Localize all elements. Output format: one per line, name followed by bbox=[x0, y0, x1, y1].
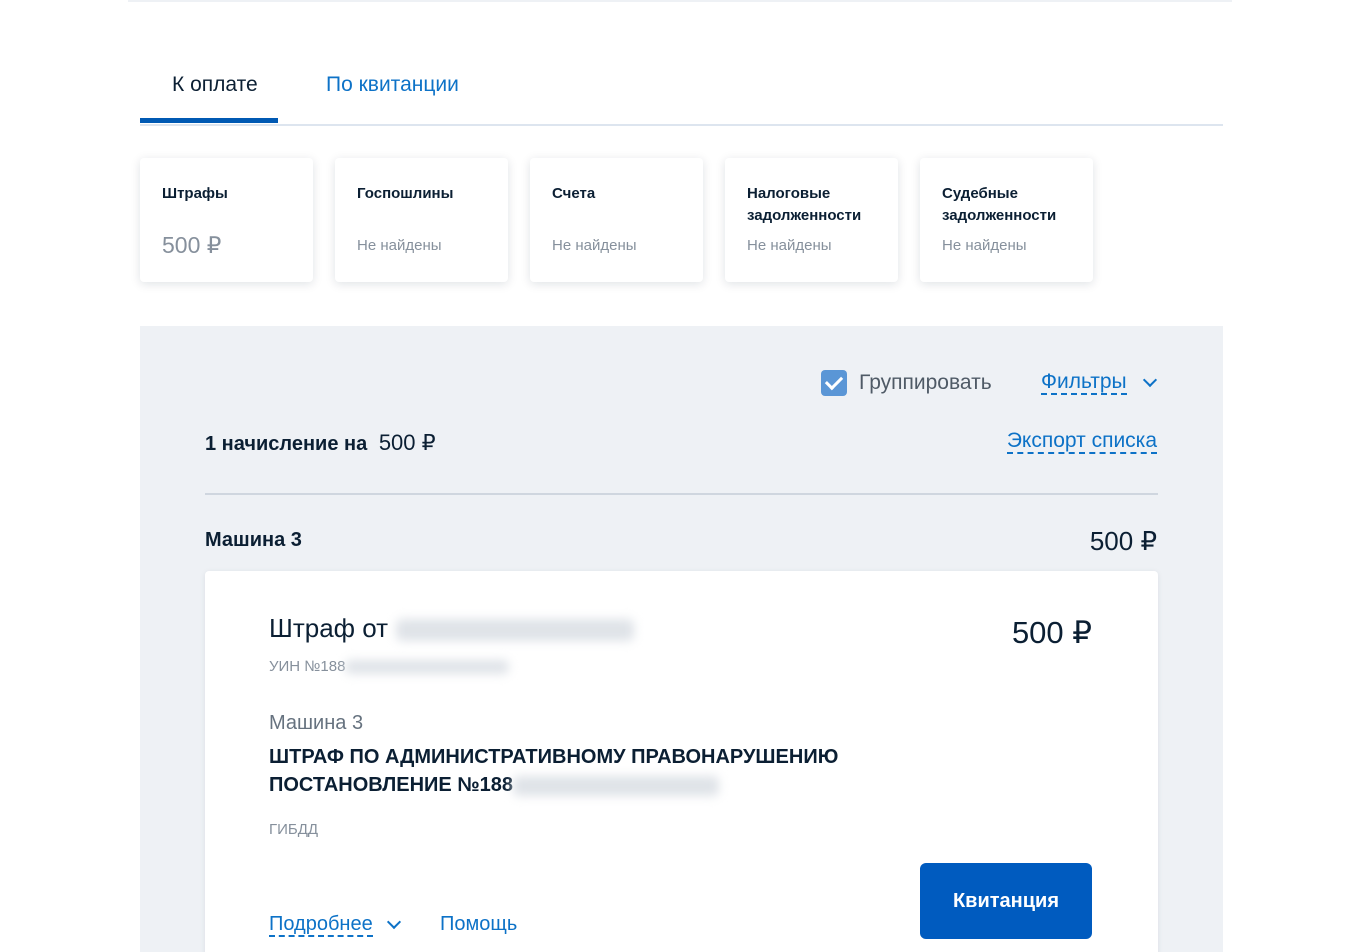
payment-tabs: К оплате По квитанции bbox=[140, 60, 1223, 126]
charges-count: 1 начисление на bbox=[205, 433, 368, 455]
charges-total: 500 ₽ bbox=[378, 430, 436, 455]
tab-by-receipt[interactable]: По квитанции bbox=[326, 72, 459, 98]
fine-card: Штраф от 500 ₽ УИН №188 Машина 3 ШТРАФ П… bbox=[205, 571, 1158, 952]
charges-summary: 1 начисление на 500 ₽ bbox=[205, 430, 436, 456]
category-title: Налоговые задолженности bbox=[747, 185, 862, 224]
fine-amount: 500 ₽ bbox=[1011, 615, 1092, 650]
group-label: Группировать bbox=[859, 371, 992, 394]
category-status: Не найдены bbox=[942, 237, 1027, 254]
category-title: Госпошлины bbox=[357, 185, 454, 202]
category-status: Не найдены bbox=[357, 237, 442, 254]
section-divider bbox=[205, 493, 1158, 495]
category-card-bills[interactable]: Счета Не найдены bbox=[530, 158, 703, 282]
active-tab-indicator bbox=[140, 118, 278, 123]
group-name: Машина 3 bbox=[205, 529, 302, 551]
fine-uin: УИН №188 bbox=[269, 658, 510, 675]
redacted-date bbox=[396, 619, 635, 642]
fine-vehicle: Машина 3 bbox=[269, 712, 364, 734]
help-link[interactable]: Помощь bbox=[440, 913, 517, 936]
category-card-fines[interactable]: Штрафы 500 ₽ bbox=[140, 158, 313, 282]
group-checkbox[interactable] bbox=[821, 370, 847, 396]
category-card-court-debts[interactable]: Судебные задолженности Не найдены bbox=[920, 158, 1093, 282]
charges-panel: Группировать Фильтры 1 начисление на 500… bbox=[140, 326, 1223, 952]
filters-label: Фильтры bbox=[1041, 370, 1127, 395]
export-list-link[interactable]: Экспорт списка bbox=[1006, 430, 1157, 454]
uin-prefix: УИН №188 bbox=[269, 658, 346, 675]
category-title: Штрафы bbox=[162, 185, 228, 202]
description-line-2: ПОСТАНОВЛЕНИЕ №188 bbox=[269, 774, 513, 796]
fine-description: ШТРАФ ПО АДМИНИСТРАТИВНОМУ ПРАВОНАРУШЕНИ… bbox=[269, 743, 969, 799]
category-amount: 500 ₽ bbox=[162, 232, 222, 258]
fine-agency: ГИБДД bbox=[269, 821, 319, 838]
category-card-tax-debts[interactable]: Налоговые задолженности Не найдены bbox=[725, 158, 898, 282]
description-line-1: ШТРАФ ПО АДМИНИСТРАТИВНОМУ ПРАВОНАРУШЕНИ… bbox=[269, 746, 839, 768]
fine-title-prefix: Штраф от bbox=[269, 613, 389, 643]
redacted-uin bbox=[345, 660, 510, 675]
receipt-button[interactable]: Квитанция bbox=[920, 863, 1092, 939]
filters-dropdown[interactable]: Фильтры bbox=[1041, 370, 1157, 395]
group-toggle[interactable]: Группировать bbox=[821, 370, 992, 396]
category-title: Счета bbox=[552, 185, 596, 202]
tab-to-pay[interactable]: К оплате bbox=[172, 72, 258, 98]
category-status: Не найдены bbox=[747, 237, 832, 254]
chevron-down-icon bbox=[386, 914, 401, 930]
fine-title: Штраф от bbox=[269, 613, 635, 644]
group-amount: 500 ₽ bbox=[1089, 526, 1157, 556]
details-label: Подробнее bbox=[269, 913, 373, 937]
category-title: Судебные задолженности bbox=[942, 185, 1057, 224]
category-card-state-duties[interactable]: Госпошлины Не найдены bbox=[335, 158, 508, 282]
top-divider bbox=[128, 0, 1232, 2]
details-toggle[interactable]: Подробнее bbox=[269, 913, 401, 937]
redacted-resolution-number bbox=[512, 775, 719, 796]
chevron-down-icon bbox=[1142, 372, 1157, 388]
category-status: Не найдены bbox=[552, 237, 637, 254]
